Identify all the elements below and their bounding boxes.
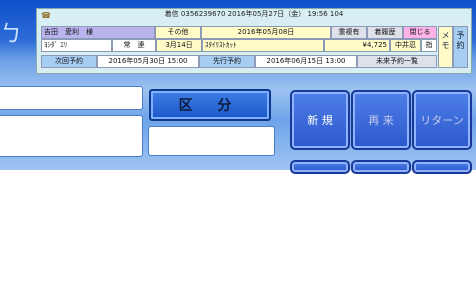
memo-button[interactable]: メモ <box>438 26 453 68</box>
close-button[interactable]: 閉じる <box>403 26 437 39</box>
nomination-flag: 指 <box>421 39 437 52</box>
last-visit-day: 3月14日 <box>156 39 202 52</box>
category-button[interactable]: 区 分 <box>149 89 271 121</box>
return-button[interactable]: リターン <box>412 90 472 150</box>
customer-kana: ﾖｼﾀﾞ ｴﾘ <box>41 39 112 52</box>
service-price: ¥4,725 <box>324 39 390 52</box>
advance-reservation-button[interactable]: 先行予約 <box>199 55 255 68</box>
next-reservation-value: 2016年05月30日 15:00 <box>97 55 199 68</box>
category-field[interactable] <box>148 126 275 156</box>
reservation-label: 予約 <box>456 31 465 50</box>
staff-name: 中井忍 <box>390 39 421 52</box>
popup-titlebar: ☎ 着信 0356239670 2016年05月27日（金） 19:56 104 <box>37 9 471 20</box>
customer-name: 吉田 愛利 様 <box>41 26 155 39</box>
incoming-call-popup: ☎ 着信 0356239670 2016年05月27日（金） 19:56 104… <box>36 8 472 74</box>
notes-field[interactable] <box>0 115 143 157</box>
customer-type: 常 連 <box>112 39 156 52</box>
new-customer-button[interactable]: 新 規 <box>290 90 350 150</box>
reservation-button[interactable]: 予約 <box>453 26 468 68</box>
lower-button-1[interactable] <box>290 160 350 174</box>
returning-customer-button[interactable]: 再 来 <box>351 90 411 150</box>
service-name: ｽﾀｲﾘｽﾄｶｯﾄ <box>202 39 324 52</box>
call-history-button[interactable]: 着履歴 <box>367 26 403 39</box>
future-reservations-button[interactable]: 未来予約一覧 <box>357 55 437 68</box>
popup-title: 着信 0356239670 2016年05月27日（金） 19:56 104 <box>164 10 344 18</box>
memo-label: メモ <box>441 31 450 50</box>
lower-button-2[interactable] <box>351 160 411 174</box>
lower-button-3[interactable] <box>412 160 472 174</box>
next-reservation-button[interactable]: 次回予約 <box>41 55 97 68</box>
customer-category: その他 <box>155 26 201 39</box>
duplicate-button[interactable]: 重複有 <box>331 26 367 39</box>
advance-reservation-value: 2016年06月15日 13:00 <box>255 55 357 68</box>
app-logo-glyph: ㄅ <box>0 21 23 46</box>
visit-date: 2016年05月08日 <box>201 26 331 39</box>
name-field[interactable] <box>0 86 143 110</box>
